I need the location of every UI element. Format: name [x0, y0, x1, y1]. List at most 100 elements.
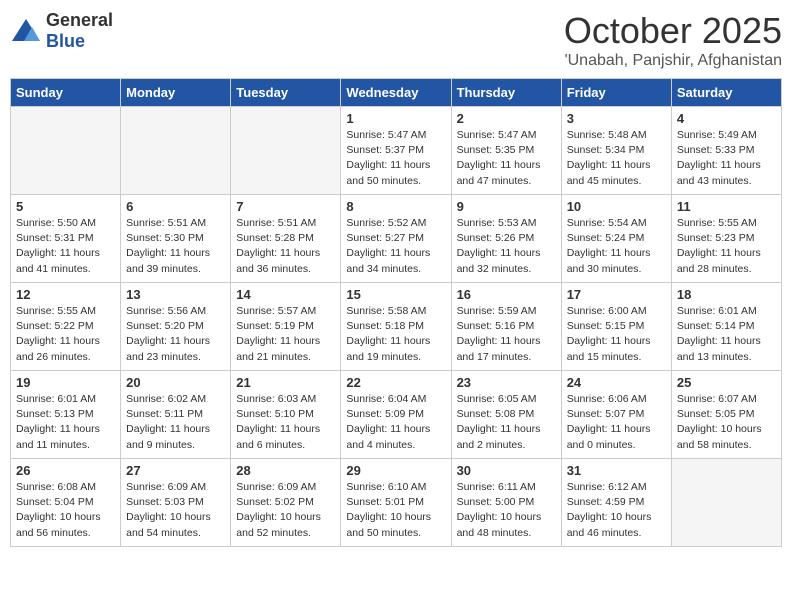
day-header-monday: Monday	[121, 79, 231, 107]
day-info: Sunrise: 5:52 AMSunset: 5:27 PMDaylight:…	[346, 216, 445, 277]
day-number: 7	[236, 199, 335, 214]
day-cell: 4 Sunrise: 5:49 AMSunset: 5:33 PMDaylight…	[671, 107, 781, 195]
day-number: 27	[126, 463, 225, 478]
day-cell: 25Sunrise: 6:07 AMSunset: 5:05 PMDayligh…	[671, 371, 781, 459]
day-number: 19	[16, 375, 115, 390]
day-info: Sunrise: 6:03 AMSunset: 5:10 PMDaylight:…	[236, 392, 335, 453]
day-header-saturday: Saturday	[671, 79, 781, 107]
day-number: 31	[567, 463, 666, 478]
week-row-5: 26Sunrise: 6:08 AMSunset: 5:04 PMDayligh…	[11, 459, 782, 547]
day-number: 4	[677, 111, 776, 126]
day-cell: 28 Sunrise: 6:09 AMSunset: 5:02 PMDayligh…	[231, 459, 341, 547]
day-number: 22	[346, 375, 445, 390]
day-number: 11	[677, 199, 776, 214]
day-number: 14	[236, 287, 335, 302]
day-info: Sunrise: 6:09 AMSunset: 5:02 PMDaylight:…	[236, 480, 335, 541]
day-cell: 9 Sunrise: 5:53 AMSunset: 5:26 PMDaylight…	[451, 195, 561, 283]
day-info: Sunrise: 6:09 AMSunset: 5:03 PMDaylight:…	[126, 480, 225, 541]
day-header-wednesday: Wednesday	[341, 79, 451, 107]
day-info: Sunrise: 5:51 AMSunset: 5:30 PMDaylight:…	[126, 216, 225, 277]
day-number: 25	[677, 375, 776, 390]
day-cell: 20Sunrise: 6:02 AMSunset: 5:11 PMDayligh…	[121, 371, 231, 459]
day-number: 13	[126, 287, 225, 302]
month-title: October 2025	[564, 10, 782, 52]
day-number: 29	[346, 463, 445, 478]
day-number: 30	[457, 463, 556, 478]
day-number: 23	[457, 375, 556, 390]
title-block: October 2025 'Unabah, Panjshir, Afghanis…	[564, 10, 782, 70]
day-cell: 26Sunrise: 6:08 AMSunset: 5:04 PMDayligh…	[11, 459, 121, 547]
day-cell: 13 Sunrise: 5:56 AMSunset: 5:20 PMDayligh…	[121, 283, 231, 371]
location-title: 'Unabah, Panjshir, Afghanistan	[564, 52, 782, 70]
day-info: Sunrise: 5:50 AMSunset: 5:31 PMDaylight:…	[16, 216, 115, 277]
day-cell: 14Sunrise: 5:57 AMSunset: 5:19 PMDayligh…	[231, 283, 341, 371]
logo-blue-text: Blue	[46, 31, 85, 51]
day-cell: 10 Sunrise: 5:54 AMSunset: 5:24 PMDayligh…	[561, 195, 671, 283]
day-info: Sunrise: 6:12 AMSunset: 4:59 PMDaylight:…	[567, 480, 666, 541]
day-info: Sunrise: 6:02 AMSunset: 5:11 PMDaylight:…	[126, 392, 225, 453]
day-info: Sunrise: 5:56 AMSunset: 5:20 PMDaylight:…	[126, 304, 225, 365]
day-number: 3	[567, 111, 666, 126]
day-cell: 12Sunrise: 5:55 AMSunset: 5:22 PMDayligh…	[11, 283, 121, 371]
day-info: Sunrise: 5:47 AMSunset: 5:37 PMDaylight:…	[346, 128, 445, 189]
day-info: Sunrise: 5:55 AMSunset: 5:23 PMDaylight:…	[677, 216, 776, 277]
logo-general-text: General	[46, 10, 113, 30]
day-cell: 29 Sunrise: 6:10 AMSunset: 5:01 PMDayligh…	[341, 459, 451, 547]
logo: General Blue	[10, 10, 113, 52]
day-header-sunday: Sunday	[11, 79, 121, 107]
day-cell: 23 Sunrise: 6:05 AMSunset: 5:08 PMDayligh…	[451, 371, 561, 459]
day-number: 9	[457, 199, 556, 214]
day-number: 10	[567, 199, 666, 214]
day-number: 6	[126, 199, 225, 214]
day-number: 2	[457, 111, 556, 126]
day-cell: 2 Sunrise: 5:47 AMSunset: 5:35 PMDaylight…	[451, 107, 561, 195]
day-number: 15	[346, 287, 445, 302]
day-info: Sunrise: 6:06 AMSunset: 5:07 PMDaylight:…	[567, 392, 666, 453]
day-number: 18	[677, 287, 776, 302]
day-number: 16	[457, 287, 556, 302]
day-cell: 31 Sunrise: 6:12 AMSunset: 4:59 PMDayligh…	[561, 459, 671, 547]
header-row: SundayMondayTuesdayWednesdayThursdayFrid…	[11, 79, 782, 107]
week-row-4: 19 Sunrise: 6:01 AMSunset: 5:13 PMDayligh…	[11, 371, 782, 459]
day-cell: 11 Sunrise: 5:55 AMSunset: 5:23 PMDayligh…	[671, 195, 781, 283]
day-header-thursday: Thursday	[451, 79, 561, 107]
day-number: 5	[16, 199, 115, 214]
day-cell: 22 Sunrise: 6:04 AMSunset: 5:09 PMDayligh…	[341, 371, 451, 459]
day-cell: 18Sunrise: 6:01 AMSunset: 5:14 PMDayligh…	[671, 283, 781, 371]
day-info: Sunrise: 5:54 AMSunset: 5:24 PMDaylight:…	[567, 216, 666, 277]
day-info: Sunrise: 6:04 AMSunset: 5:09 PMDaylight:…	[346, 392, 445, 453]
day-cell	[671, 459, 781, 547]
page-header: General Blue October 2025 'Unabah, Panjs…	[10, 10, 782, 70]
week-row-2: 5 Sunrise: 5:50 AMSunset: 5:31 PMDaylight…	[11, 195, 782, 283]
day-number: 28	[236, 463, 335, 478]
day-cell: 7 Sunrise: 5:51 AMSunset: 5:28 PMDaylight…	[231, 195, 341, 283]
day-cell: 15Sunrise: 5:58 AMSunset: 5:18 PMDayligh…	[341, 283, 451, 371]
day-number: 26	[16, 463, 115, 478]
day-info: Sunrise: 6:01 AMSunset: 5:13 PMDaylight:…	[16, 392, 115, 453]
day-cell: 5 Sunrise: 5:50 AMSunset: 5:31 PMDaylight…	[11, 195, 121, 283]
day-number: 8	[346, 199, 445, 214]
day-cell: 3Sunrise: 5:48 AMSunset: 5:34 PMDaylight…	[561, 107, 671, 195]
day-number: 17	[567, 287, 666, 302]
day-cell	[121, 107, 231, 195]
day-cell: 16 Sunrise: 5:59 AMSunset: 5:16 PMDayligh…	[451, 283, 561, 371]
day-info: Sunrise: 5:59 AMSunset: 5:16 PMDaylight:…	[457, 304, 556, 365]
day-cell: 1 Sunrise: 5:47 AMSunset: 5:37 PMDaylight…	[341, 107, 451, 195]
day-info: Sunrise: 5:49 AMSunset: 5:33 PMDaylight:…	[677, 128, 776, 189]
day-info: Sunrise: 5:47 AMSunset: 5:35 PMDaylight:…	[457, 128, 556, 189]
day-header-friday: Friday	[561, 79, 671, 107]
day-info: Sunrise: 6:10 AMSunset: 5:01 PMDaylight:…	[346, 480, 445, 541]
day-cell: 19 Sunrise: 6:01 AMSunset: 5:13 PMDayligh…	[11, 371, 121, 459]
calendar-table: SundayMondayTuesdayWednesdayThursdayFrid…	[10, 78, 782, 547]
day-info: Sunrise: 6:00 AMSunset: 5:15 PMDaylight:…	[567, 304, 666, 365]
day-cell: 21 Sunrise: 6:03 AMSunset: 5:10 PMDayligh…	[231, 371, 341, 459]
day-info: Sunrise: 5:53 AMSunset: 5:26 PMDaylight:…	[457, 216, 556, 277]
day-info: Sunrise: 5:51 AMSunset: 5:28 PMDaylight:…	[236, 216, 335, 277]
day-info: Sunrise: 6:05 AMSunset: 5:08 PMDaylight:…	[457, 392, 556, 453]
day-number: 21	[236, 375, 335, 390]
day-number: 24	[567, 375, 666, 390]
week-row-1: 1 Sunrise: 5:47 AMSunset: 5:37 PMDaylight…	[11, 107, 782, 195]
day-cell: 8 Sunrise: 5:52 AMSunset: 5:27 PMDaylight…	[341, 195, 451, 283]
day-cell: 27 Sunrise: 6:09 AMSunset: 5:03 PMDayligh…	[121, 459, 231, 547]
day-number: 1	[346, 111, 445, 126]
